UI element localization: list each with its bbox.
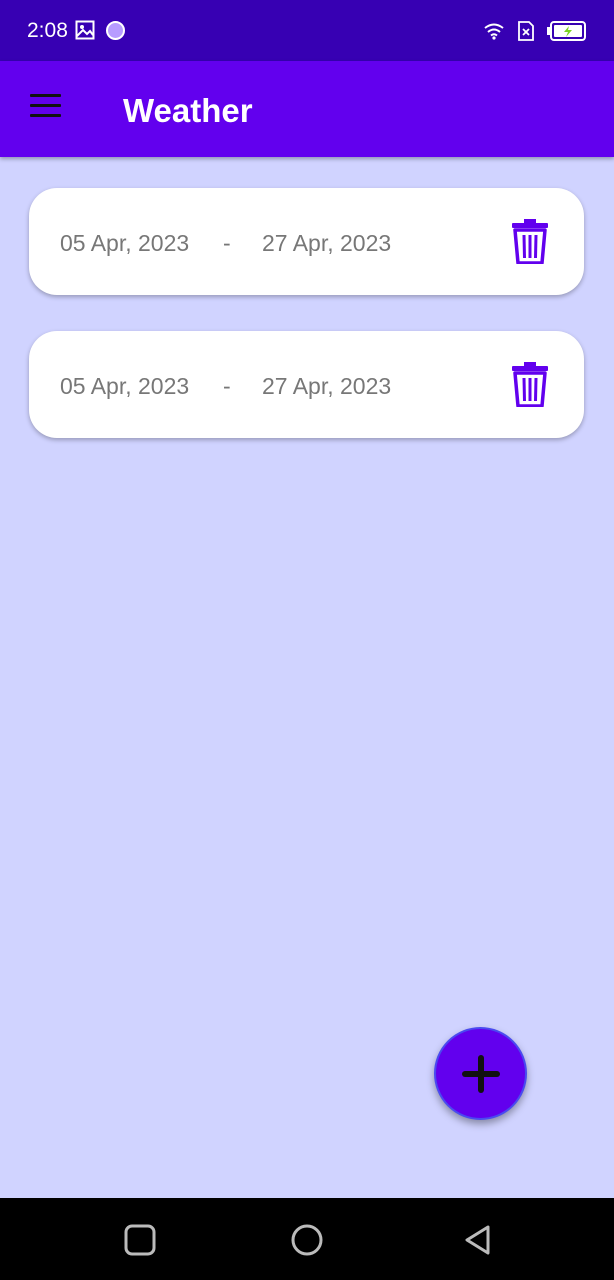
home-circle-icon bbox=[291, 1224, 323, 1256]
date-separator: - bbox=[223, 373, 231, 399]
home-button[interactable] bbox=[289, 1222, 325, 1258]
status-time: 2:08 bbox=[27, 19, 68, 42]
delete-button[interactable] bbox=[510, 361, 550, 408]
date-range-card[interactable]: 05 Apr, 2023 - 27 Apr, 2023 bbox=[29, 188, 584, 295]
wifi-icon bbox=[483, 22, 505, 45]
trash-icon bbox=[512, 362, 548, 408]
delete-button[interactable] bbox=[510, 218, 550, 265]
start-date: 05 Apr, 2023 bbox=[60, 230, 190, 256]
navigation-bar bbox=[0, 1198, 614, 1280]
back-button[interactable] bbox=[460, 1222, 496, 1258]
hamburger-menu-button[interactable] bbox=[30, 94, 64, 124]
menu-bar-line bbox=[30, 94, 61, 97]
date-range-card[interactable]: 05 Apr, 2023 - 27 Apr, 2023 bbox=[29, 331, 584, 438]
start-date: 05 Apr, 2023 bbox=[60, 373, 190, 399]
back-triangle-icon bbox=[465, 1225, 490, 1255]
app-bar: Weather bbox=[0, 61, 614, 157]
date-separator: - bbox=[223, 230, 231, 256]
recents-square-icon bbox=[124, 1224, 156, 1256]
battery-charging-icon bbox=[547, 21, 587, 46]
status-bar: 2:08 bbox=[0, 0, 614, 61]
add-range-fab[interactable] bbox=[434, 1027, 527, 1120]
plus-icon bbox=[462, 1055, 500, 1093]
menu-bar-line bbox=[30, 104, 61, 107]
circle-notification-icon bbox=[105, 20, 126, 46]
status-left-icons bbox=[75, 20, 126, 46]
trash-icon bbox=[512, 219, 548, 265]
status-right-icons bbox=[483, 21, 587, 46]
app-title: Weather bbox=[123, 92, 253, 129]
end-date: 27 Apr, 2023 bbox=[262, 373, 392, 399]
recents-button[interactable] bbox=[122, 1222, 158, 1258]
sim-off-icon bbox=[518, 21, 534, 46]
end-date: 27 Apr, 2023 bbox=[262, 230, 392, 256]
menu-bar-line bbox=[30, 114, 61, 117]
image-icon bbox=[75, 20, 95, 46]
